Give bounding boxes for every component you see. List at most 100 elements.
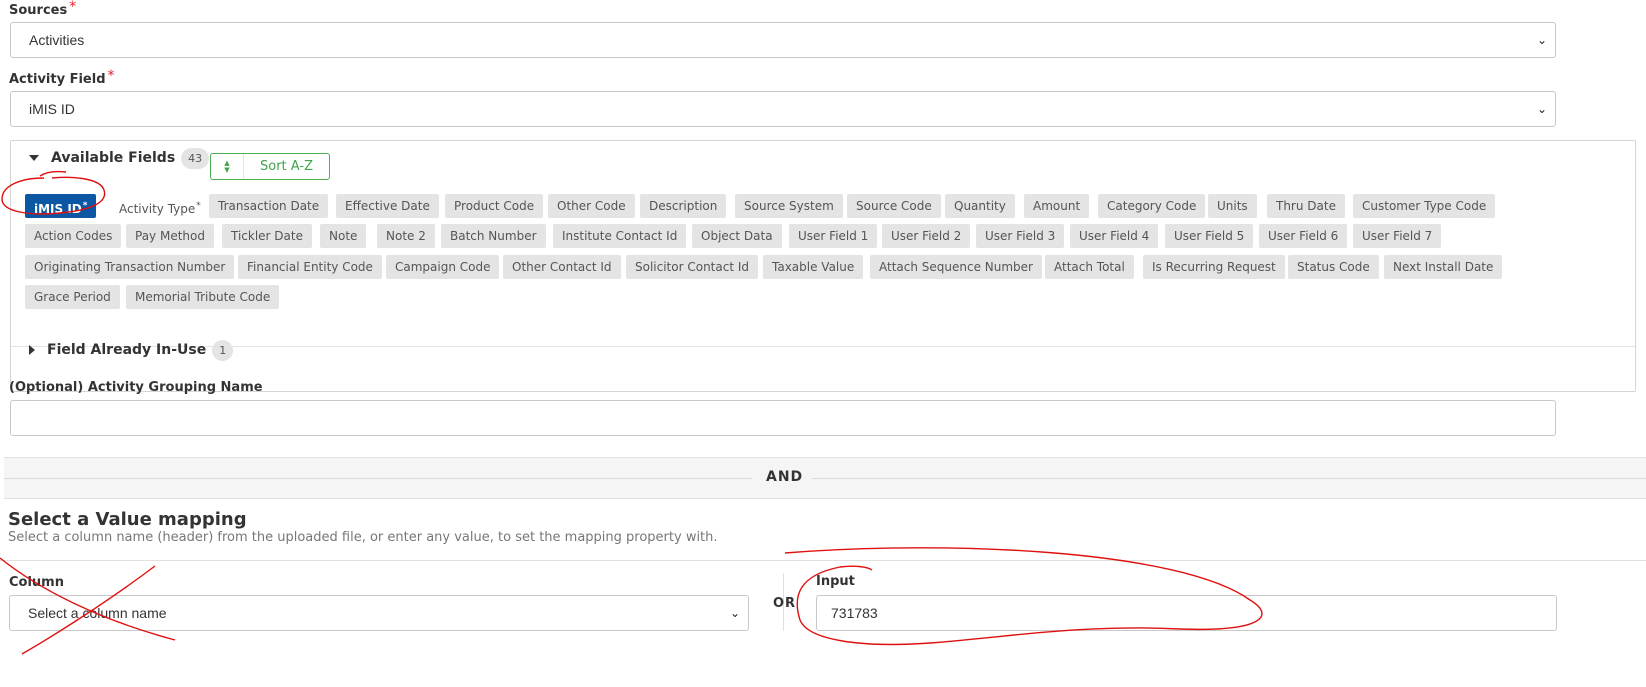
grouping-name-input[interactable] [10, 400, 1556, 436]
field-chip-label: User Field 6 [1268, 229, 1339, 243]
field-chip-label: Financial Entity Code [247, 260, 373, 274]
field-chip[interactable]: User Field 7 [1353, 224, 1442, 248]
sort-az-button[interactable]: ▲ ▼ Sort A-Z [210, 153, 330, 180]
field-chip[interactable]: Campaign Code [386, 255, 500, 279]
field-chip[interactable]: Tickler Date [222, 224, 312, 248]
field-chip[interactable]: User Field 6 [1259, 224, 1348, 248]
field-chip[interactable]: Object Data [692, 224, 782, 248]
field-chip-label: User Field 2 [891, 229, 962, 243]
field-chip-label: Thru Date [1276, 199, 1336, 213]
and-line-right [812, 478, 1646, 479]
or-label: OR [773, 596, 797, 611]
field-chip[interactable]: Note [320, 224, 367, 248]
field-chip[interactable]: Action Codes [25, 224, 122, 248]
field-chip[interactable]: Other Code [548, 194, 635, 218]
caret-down-icon [29, 155, 39, 161]
field-chip[interactable]: Product Code [445, 194, 544, 218]
field-chip-label: Batch Number [450, 229, 537, 243]
chevron-down-icon: ⌄ [1536, 102, 1547, 116]
field-chip-label: Note [329, 229, 358, 243]
field-chip-label: User Field 5 [1174, 229, 1245, 243]
field-chip[interactable]: User Field 4 [1070, 224, 1159, 248]
field-chip[interactable]: User Field 3 [976, 224, 1065, 248]
field-chip[interactable]: Source System [735, 194, 843, 218]
field-chip[interactable]: Originating Transaction Number [25, 255, 235, 279]
field-chip[interactable]: Note 2 [377, 224, 435, 248]
field-chip[interactable]: Customer Type Code [1353, 194, 1496, 218]
field-chip-label: Next Install Date [1393, 260, 1494, 274]
field-chip-label: Solicitor Contact Id [635, 260, 750, 274]
field-chip[interactable]: User Field 5 [1165, 224, 1254, 248]
field-chip[interactable]: Units [1208, 194, 1257, 218]
required-marker: * [196, 201, 201, 211]
field-chip-label: Source Code [856, 199, 932, 213]
field-chip[interactable]: Source Code [847, 194, 941, 218]
field-chip[interactable]: Financial Entity Code [238, 255, 382, 279]
field-chip-label: iMIS ID [34, 202, 82, 216]
field-chip-label: User Field 1 [798, 229, 869, 243]
field-chip[interactable]: Amount [1024, 194, 1090, 218]
field-chip[interactable]: Effective Date [336, 194, 439, 218]
field-chip[interactable]: Thru Date [1267, 194, 1345, 218]
field-chip[interactable]: Attach Total [1045, 255, 1134, 279]
field-chip[interactable]: Other Contact Id [503, 255, 621, 279]
sources-label: Sources * [9, 0, 77, 18]
sort-icon: ▲ ▼ [211, 154, 244, 179]
field-chip[interactable]: Institute Contact Id [553, 224, 687, 248]
field-chip-label: Customer Type Code [1362, 199, 1487, 213]
field-chip[interactable]: Description [640, 194, 727, 218]
field-chip-label: Effective Date [345, 199, 430, 213]
sources-select-value: Activities [29, 32, 85, 48]
field-chip[interactable]: Transaction Date [209, 194, 329, 218]
field-chip-label: Object Data [701, 229, 773, 243]
field-in-use-header[interactable]: Field Already In-Use 1 [29, 339, 234, 361]
value-mapping-divider [0, 560, 1646, 561]
fields-panel: Available Fields 43 ▲ ▼ Sort A-Z iMIS ID*… [10, 140, 1636, 392]
activity-field-select-value: iMIS ID [29, 101, 75, 117]
field-chip-label: Source System [744, 199, 834, 213]
required-marker: * [82, 201, 88, 211]
column-label: Column [9, 575, 64, 590]
mapping-value-input[interactable]: 731783 [816, 595, 1557, 631]
field-chip[interactable]: User Field 1 [789, 224, 878, 248]
field-chip-label: Units [1217, 199, 1248, 213]
field-chip[interactable]: Category Code [1098, 194, 1206, 218]
field-chip[interactable]: Solicitor Contact Id [626, 255, 759, 279]
field-chip-label: Activity Type [119, 202, 196, 216]
field-chip[interactable]: Next Install Date [1384, 255, 1503, 279]
value-mapping-subtitle: Select a column name (header) from the u… [8, 530, 718, 545]
value-mapping-title: Select a Value mapping [8, 509, 247, 530]
sources-select[interactable]: Activities ⌄ [10, 22, 1556, 58]
field-chip-label: Other Code [557, 199, 626, 213]
field-chip[interactable]: Is Recurring Request [1143, 255, 1285, 279]
caret-right-icon [29, 345, 35, 355]
field-chip[interactable]: User Field 2 [882, 224, 971, 248]
field-chip-label: Is Recurring Request [1152, 260, 1276, 274]
required-marker: * [107, 68, 115, 84]
available-fields-count: 43 [181, 147, 210, 169]
field-chip-label: Description [649, 199, 718, 213]
available-fields-title: Available Fields [51, 150, 176, 166]
field-chip[interactable]: Status Code [1288, 255, 1379, 279]
field-chip[interactable]: Quantity [945, 194, 1015, 218]
chevron-down-icon: ⌄ [729, 606, 740, 620]
field-chip[interactable]: Pay Method [126, 224, 214, 248]
column-select[interactable]: Select a column name ⌄ [9, 595, 749, 631]
field-chip[interactable]: Memorial Tribute Code [126, 285, 280, 309]
field-chip-label: Transaction Date [218, 199, 320, 213]
and-line-left [4, 478, 752, 479]
field-chip-label: Attach Total [1054, 260, 1125, 274]
field-chip-label: Note 2 [386, 229, 426, 243]
available-fields-header[interactable]: Available Fields 43 [29, 147, 210, 169]
field-chip-label: Attach Sequence Number [879, 260, 1033, 274]
field-chip[interactable]: Batch Number [441, 224, 546, 248]
activity-field-select[interactable]: iMIS ID ⌄ [10, 91, 1556, 127]
field-chip[interactable]: Activity Type* [110, 194, 210, 218]
field-chip[interactable]: Taxable Value [763, 255, 864, 279]
and-separator: AND [4, 457, 1646, 499]
field-chip-label: Quantity [954, 199, 1006, 213]
field-chip[interactable]: iMIS ID* [25, 194, 97, 218]
field-chip-label: User Field 3 [985, 229, 1056, 243]
field-chip[interactable]: Grace Period [25, 285, 120, 309]
field-chip[interactable]: Attach Sequence Number [870, 255, 1042, 279]
